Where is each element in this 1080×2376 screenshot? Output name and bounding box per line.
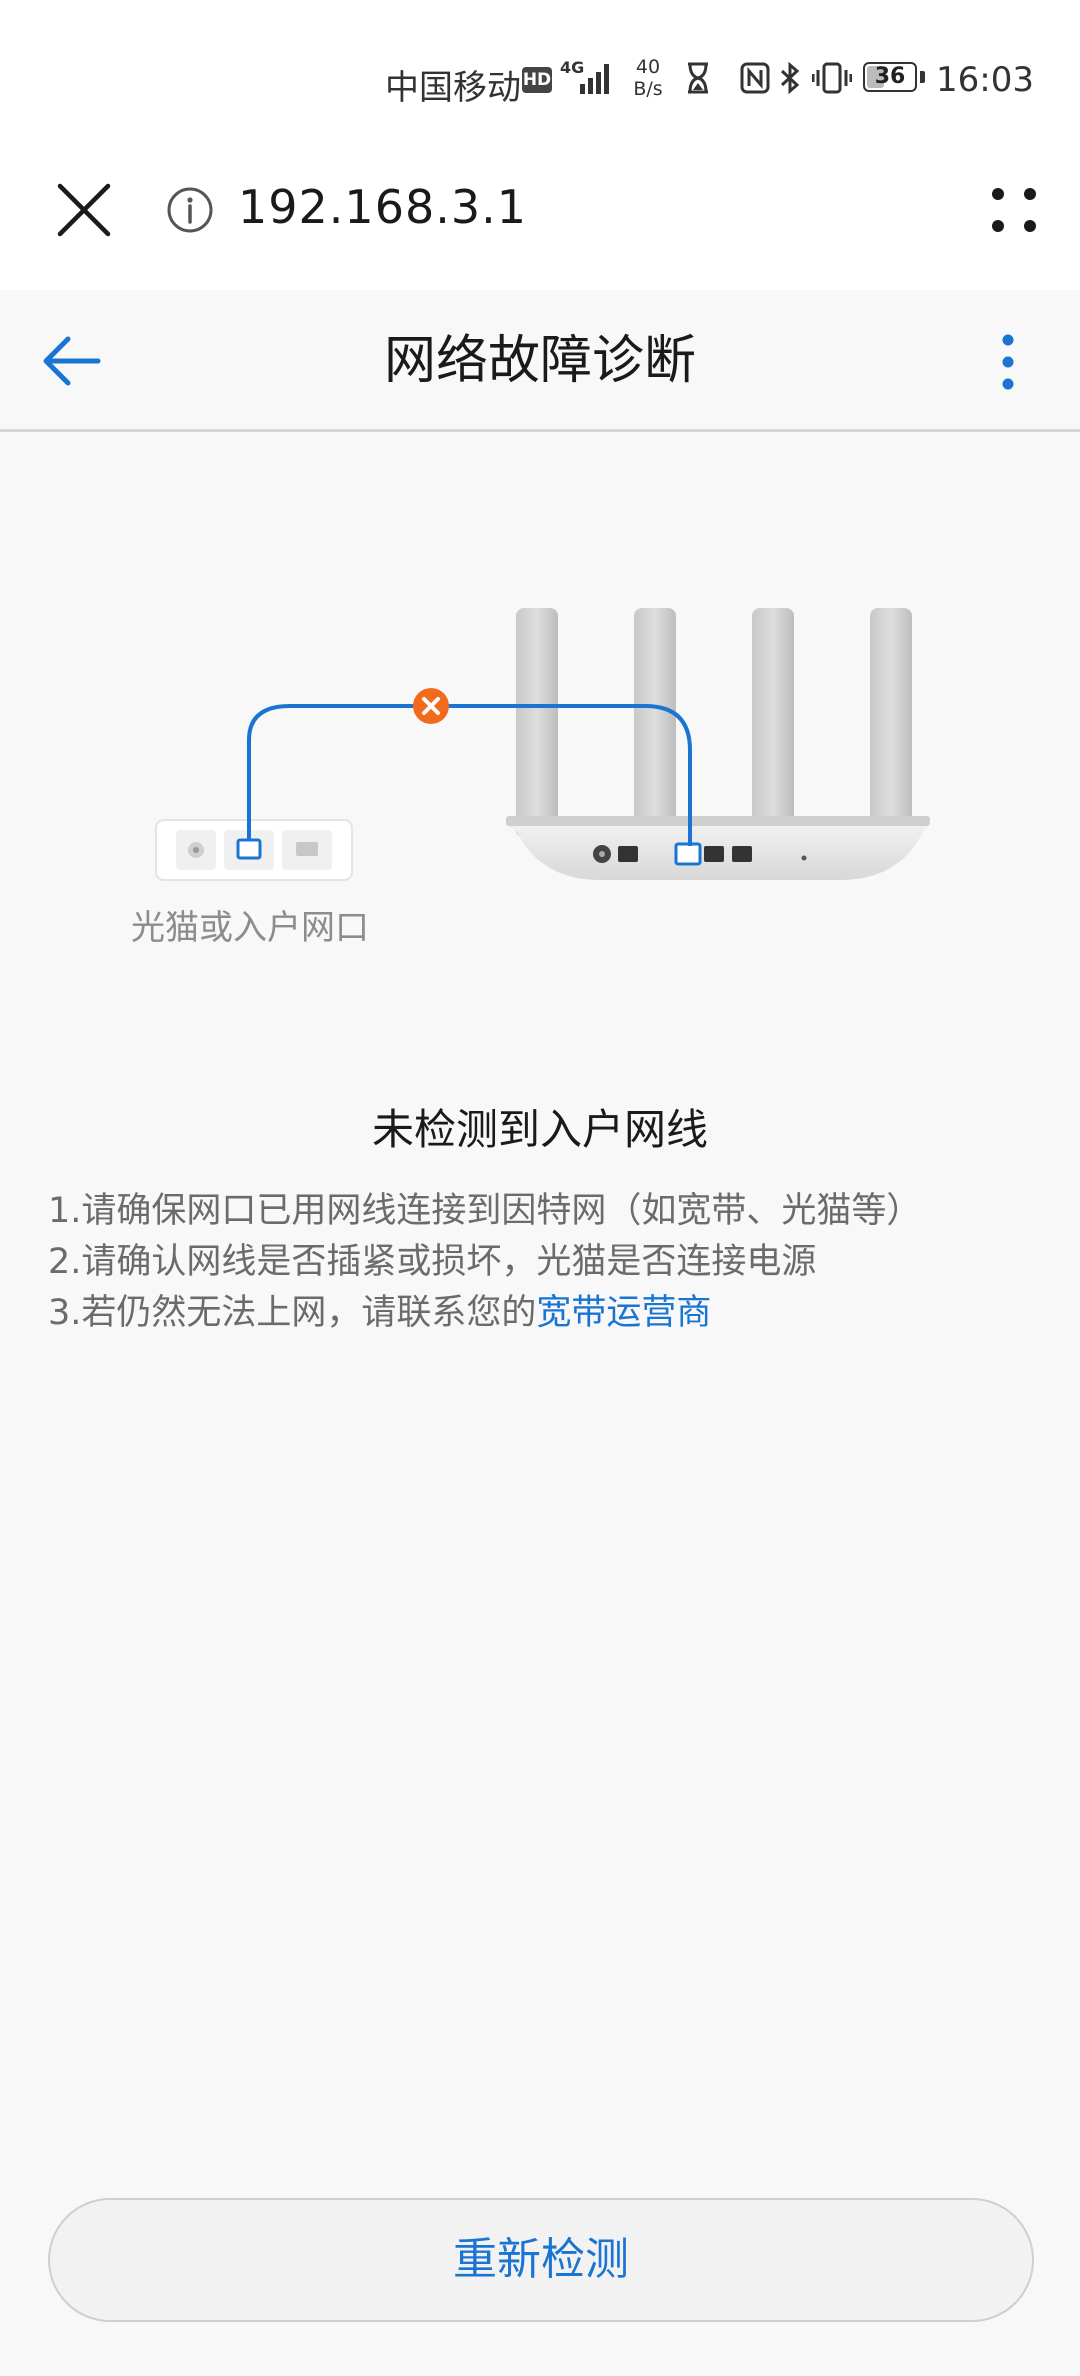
retry-button[interactable]: 重新检测 — [48, 2198, 1034, 2322]
info-icon[interactable] — [166, 186, 214, 234]
tip-item: 3.若仍然无法上网，请联系您的宽带运营商 — [48, 1288, 711, 1338]
page-title: 网络故障诊断 — [383, 331, 696, 391]
diagnosis-title: 未检测到入户网线 — [371, 1105, 708, 1154]
more-dots-icon[interactable] — [988, 184, 1040, 236]
signal-icon — [580, 64, 609, 94]
isp-link[interactable]: 宽带运营商 — [536, 1293, 711, 1333]
nfc-icon — [740, 62, 770, 94]
url-text[interactable]: 192.168.3.1 — [238, 180, 527, 234]
carrier-name: 中国移动 — [385, 68, 521, 108]
vibrate-icon — [812, 62, 852, 94]
tip-item: 2.请确认网线是否插紧或损坏，光猫是否连接电源 — [48, 1242, 817, 1282]
tip-item: 1.请确保网口已用网线连接到因特网（如宽带、光猫等） — [48, 1191, 922, 1231]
optical-modem — [155, 819, 353, 881]
battery-icon: 36 — [863, 62, 917, 92]
network-speed: 40 B/s — [628, 56, 668, 100]
battery-tip — [920, 71, 925, 83]
speed-value: 40 — [635, 56, 661, 78]
router-antennas — [516, 608, 912, 838]
menu-kebab-icon[interactable] — [990, 330, 1026, 394]
speed-unit: B/s — [633, 78, 663, 100]
router-body — [505, 816, 930, 880]
close-icon[interactable] — [52, 178, 116, 242]
browser-bar — [0, 150, 1080, 290]
modem-label: 光猫或入户网口 — [131, 908, 369, 948]
battery-percent: 36 — [874, 64, 906, 89]
tip-text: 3.若仍然无法上网，请联系您的 — [48, 1293, 537, 1333]
error-x-icon — [413, 688, 449, 724]
bluetooth-icon — [780, 62, 800, 94]
clock: 16:03 — [936, 60, 1034, 100]
hourglass-icon — [688, 62, 708, 94]
hd-badge: HD — [522, 67, 552, 93]
